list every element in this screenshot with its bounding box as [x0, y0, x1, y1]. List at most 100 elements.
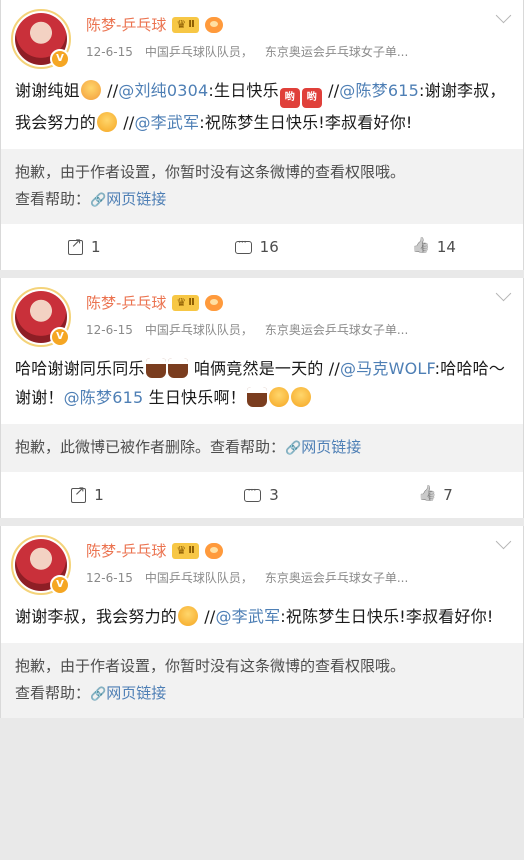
web-link[interactable]: 网页链接 [106, 684, 166, 702]
web-link[interactable]: 网页链接 [106, 190, 166, 208]
crown-icon: ♛ [176, 18, 187, 31]
mention-link[interactable]: @陈梦615 [339, 81, 419, 100]
link-icon: 🔗 [90, 687, 107, 702]
text-segment: :祝陈梦生日快乐!李叔看好你! [280, 607, 494, 626]
text-segment: 谢谢纯姐 [15, 81, 80, 100]
text-segment: 哈哈谢谢同乐同乐 [15, 359, 145, 378]
vip-icon[interactable] [204, 16, 223, 33]
repost-count: 1 [94, 486, 104, 504]
red-packet-emoji-icon: 哟 [279, 88, 300, 108]
author-desc-2: 东京奥运会乒乓球女子单... [264, 571, 409, 585]
sweat-emoji-icon [178, 606, 199, 626]
repost-notice: 抱歉，由于作者设置，你暂时没有这条微博的查看权限哦。 查看帮助：🔗网页链接 [1, 149, 523, 224]
text-segment: // [101, 81, 119, 100]
repost-notice: 抱歉，此微博已被作者删除。查看帮助：🔗网页链接 [1, 424, 523, 472]
like-icon [419, 488, 435, 502]
like-count: 7 [443, 486, 453, 504]
crown-icon: ♛ [176, 296, 187, 309]
red-packet-emoji-icon: 哟 [301, 88, 322, 108]
author-name[interactable]: 陈梦-乒乓球 [86, 14, 166, 35]
vip-icon[interactable] [204, 542, 223, 559]
mention-link[interactable]: @陈梦615 [64, 388, 144, 407]
weibo-feed: V 陈梦-乒乓球 ♛ Ⅱ 12-6-15 中国乒乓球队队员， 东京奥运会乒乓球女子单.… [0, 0, 524, 718]
level-label: Ⅱ [188, 297, 195, 308]
author-desc-2: 东京奥运会乒乓球女子单... [264, 45, 409, 59]
text-segment: 咱俩竟然是一天的 // [188, 359, 340, 378]
like-button[interactable]: 14 [413, 238, 456, 256]
post-header: V 陈梦-乒乓球 ♛ Ⅱ 12-6-15 中国乒乓球队队员， 东京奥运会乒乓球女子单.… [1, 526, 523, 595]
post-text: 谢谢李叔，我会努力的 //@李武军:祝陈梦生日快乐!李叔看好你! [1, 594, 523, 643]
comment-icon [244, 483, 262, 502]
repost-button[interactable]: 1 [68, 236, 101, 256]
post-meta: 12-6-15 中国乒乓球队队员， 东京奥运会乒乓球女子单... [86, 321, 513, 338]
repost-notice: 抱歉，由于作者设置，你暂时没有这条微博的查看权限哦。 查看帮助：🔗网页链接 [1, 643, 523, 718]
level-label: Ⅱ [188, 19, 195, 30]
post-date: 12-6-15 [86, 45, 133, 59]
mention-link[interactable]: @李武军 [215, 607, 280, 626]
help-label: 查看帮助： [15, 190, 91, 208]
mention-link[interactable]: @李武军 [134, 113, 199, 132]
text-segment: 生日快乐啊！ [143, 388, 246, 407]
comment-count: 3 [269, 486, 279, 504]
comment-button[interactable]: 3 [244, 483, 279, 504]
sweat-emoji-icon [97, 112, 118, 132]
repost-icon [68, 236, 84, 255]
level-label: Ⅱ [188, 545, 195, 556]
post-text: 谢谢纯姐 //@刘纯0304:生日快乐哟哟 //@陈梦615:谢谢李叔，我会努力… [1, 68, 523, 149]
help-label: 查看帮助： [15, 684, 91, 702]
link-icon: 🔗 [285, 441, 302, 456]
action-bar: 1 3 7 [1, 472, 523, 518]
post-header: V 陈梦-乒乓球 ♛ Ⅱ 12-6-15 中国乒乓球队队员， 东京奥运会乒乓球女子单.… [1, 0, 523, 69]
text-segment: // [118, 113, 135, 132]
post-date: 12-6-15 [86, 323, 133, 337]
text-segment: 谢谢李叔，我会努力的 [15, 607, 178, 626]
post-text: 哈哈谢谢同乐同乐 咱俩竟然是一天的 //@马克WOLF:哈哈哈～谢谢！@陈梦61… [1, 346, 523, 424]
like-icon [413, 240, 429, 254]
chevron-down-icon[interactable] [495, 7, 512, 24]
level-badge[interactable]: ♛ Ⅱ [172, 16, 199, 33]
mention-link[interactable]: @刘纯0304 [118, 81, 208, 100]
divider [0, 270, 524, 278]
text-segment: // [322, 81, 340, 100]
vip-icon[interactable] [204, 294, 223, 311]
notice-text: 抱歉，此微博已被作者删除。查看帮助： [15, 438, 286, 456]
web-link[interactable]: 网页链接 [301, 438, 361, 456]
post-card: V 陈梦-乒乓球 ♛ Ⅱ 12-6-15 中国乒乓球队队员， 东京奥运会乒乓球女子单.… [0, 0, 524, 270]
post-meta: 12-6-15 中国乒乓球队队员， 东京奥运会乒乓球女子单... [86, 43, 513, 60]
text-segment: :生日快乐 [208, 81, 279, 100]
level-badge[interactable]: ♛ Ⅱ [172, 542, 199, 559]
author-name[interactable]: 陈梦-乒乓球 [86, 292, 166, 313]
comment-button[interactable]: 16 [234, 235, 279, 256]
chevron-down-icon[interactable] [495, 533, 512, 550]
cake-emoji-icon [167, 358, 188, 378]
repost-count: 1 [91, 238, 101, 256]
chevron-down-icon[interactable] [495, 285, 512, 302]
mention-link[interactable]: @马克WOLF [340, 359, 435, 378]
post-meta: 12-6-15 中国乒乓球队队员， 东京奥运会乒乓球女子单... [86, 569, 513, 586]
verified-badge-icon: V [50, 49, 70, 69]
repost-icon [71, 484, 87, 503]
post-card: V 陈梦-乒乓球 ♛ Ⅱ 12-6-15 中国乒乓球队队员， 东京奥运会乒乓球女子单.… [0, 278, 524, 518]
author-desc: 中国乒乓球队队员， [144, 45, 253, 59]
post-header: V 陈梦-乒乓球 ♛ Ⅱ 12-6-15 中国乒乓球队队员， 东京奥运会乒乓球女子单.… [1, 278, 523, 347]
level-badge[interactable]: ♛ Ⅱ [172, 294, 199, 311]
author-name[interactable]: 陈梦-乒乓球 [86, 540, 166, 561]
text-segment: // [199, 607, 216, 626]
like-button[interactable]: 7 [419, 486, 453, 504]
post-card: V 陈梦-乒乓球 ♛ Ⅱ 12-6-15 中国乒乓球队队员， 东京奥运会乒乓球女子单.… [0, 526, 524, 718]
verified-badge-icon: V [50, 575, 70, 595]
like-count: 14 [436, 238, 456, 256]
notice-text: 抱歉，由于作者设置，你暂时没有这条微博的查看权限哦。 [15, 657, 406, 675]
author-desc-2: 东京奥运会乒乓球女子单... [264, 323, 409, 337]
text-segment: :祝陈梦生日快乐!李叔看好你! [199, 113, 413, 132]
cake-emoji-icon [246, 387, 267, 407]
action-bar: 1 16 14 [1, 224, 523, 270]
verified-badge-icon: V [50, 327, 70, 347]
divider [0, 518, 524, 526]
crown-icon: ♛ [176, 544, 187, 557]
author-desc: 中国乒乓球队队员， [144, 571, 253, 585]
author-desc: 中国乒乓球队队员， [144, 323, 253, 337]
repost-button[interactable]: 1 [71, 484, 104, 504]
cake-emoji-icon [145, 358, 166, 378]
comment-count: 16 [259, 238, 279, 256]
